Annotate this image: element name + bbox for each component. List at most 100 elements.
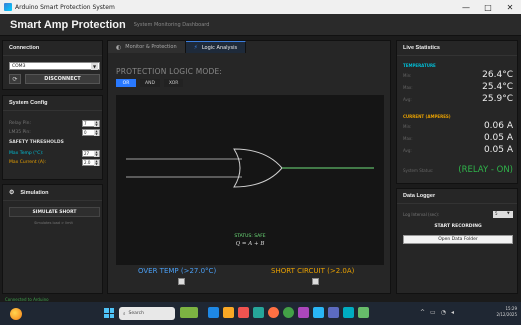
taskbar-app-icon[interactable] xyxy=(313,307,324,318)
max-temp-row: Max Temp (°C): 27 ▲ ▼ xyxy=(9,149,100,157)
taskbar-app-icon[interactable] xyxy=(298,307,309,318)
taskbar-app-icon[interactable] xyxy=(180,307,198,318)
system-config-title: System Config xyxy=(3,96,102,111)
gate-or-button[interactable]: OR xyxy=(116,79,136,87)
relay-pin-spinbox[interactable]: 7 ▲ ▼ xyxy=(82,119,100,127)
maximize-button[interactable]: □ xyxy=(477,0,499,14)
taskbar-apps xyxy=(180,307,373,318)
system-status-value: (RELAY - ON) xyxy=(458,165,513,175)
taskbar-app-icon[interactable] xyxy=(358,307,369,318)
battery-icon[interactable]: ▭ xyxy=(430,309,436,316)
max-temp-spinbox[interactable]: 27 ▲ ▼ xyxy=(82,149,100,157)
or-gate-diagram xyxy=(126,148,374,188)
open-data-folder-button[interactable]: Open Data Folder xyxy=(403,235,513,244)
max-current-spinbox[interactable]: 2.0 ▲ ▼ xyxy=(82,158,100,166)
gate-and-button[interactable]: AND xyxy=(140,79,160,87)
folder-icon[interactable] xyxy=(223,307,234,318)
start-recording-button[interactable]: START RECORDING xyxy=(403,222,513,231)
taskbar-app-icon[interactable] xyxy=(268,307,279,318)
chevron-up-icon[interactable]: ^ xyxy=(420,309,425,316)
system-config-panel: System Config Relay Pin: 7 ▲ ▼ LM35 Pin: … xyxy=(2,95,103,180)
port-select[interactable]: COM3 ▼ xyxy=(9,62,100,70)
short-circuit-checkbox[interactable] xyxy=(312,278,319,285)
network-icon[interactable]: ◔ xyxy=(441,309,446,316)
log-interval-select[interactable]: 5 ▼ xyxy=(493,211,513,218)
max-temp-value: 27 xyxy=(84,150,90,156)
temp-min-row: Min: 26.4°C xyxy=(403,70,513,80)
app-icon xyxy=(4,3,12,11)
data-logger-panel: Data Logger Log Interval (sec): 5 ▼ STAR… xyxy=(396,188,518,294)
temp-min-value: 26.4°C xyxy=(482,70,513,80)
current-min-label: Min: xyxy=(403,123,412,129)
short-circuit-label: SHORT CIRCUIT (>2.0A) xyxy=(271,267,355,275)
temp-max-label: Max: xyxy=(403,84,413,90)
weather-icon[interactable] xyxy=(10,307,22,320)
simulation-title: Simulation xyxy=(20,189,49,196)
current-max-value: 0.05 A xyxy=(483,133,513,143)
refresh-ports-button[interactable]: ⟳ xyxy=(9,74,21,84)
taskbar-app-icon[interactable] xyxy=(343,307,354,318)
connection-title: Connection xyxy=(3,41,102,56)
spin-arrows-icon[interactable]: ▲ ▼ xyxy=(94,120,99,127)
system-status-label: System Status: xyxy=(403,167,434,173)
minimize-button[interactable]: — xyxy=(455,0,477,14)
tab-monitor-protection[interactable]: ◐ Monitor & Protection xyxy=(108,41,186,53)
taskbar-app-icon[interactable] xyxy=(283,307,294,318)
logic-icon: ⚡ xyxy=(193,44,198,51)
gate-xor-button[interactable]: XOR xyxy=(163,79,184,87)
current-avg-row: Avg: 0.05 A xyxy=(403,145,513,155)
temp-avg-row: Avg: 25.9°C xyxy=(403,94,513,104)
refresh-icon: ⟳ xyxy=(12,75,18,83)
simulation-title-row: ⚙ Simulation xyxy=(3,185,102,201)
tab-label: Monitor & Protection xyxy=(125,44,177,50)
window-titlebar: Arduino Smart Protection System — □ ✕ xyxy=(0,0,521,14)
tab-bar: ◐ Monitor & Protection ⚡ Logic Analysis xyxy=(108,41,392,53)
app-header: Smart Amp Protection System Monitoring D… xyxy=(0,14,521,36)
disconnect-button[interactable]: DISCONNECT xyxy=(25,74,100,84)
gear-icon: ⚙ xyxy=(9,190,15,196)
port-value: COM3 xyxy=(12,63,26,69)
system-status-row: System Status: (RELAY - ON) xyxy=(403,165,513,175)
taskbar-clock[interactable]: 15:29 2/12/2025 xyxy=(496,306,517,318)
spin-arrows-icon[interactable]: ▲ ▼ xyxy=(94,150,99,157)
spin-arrows-icon[interactable]: ▲ ▼ xyxy=(94,159,99,166)
safety-thresholds-heading: SAFETY THRESHOLDS xyxy=(9,140,64,145)
log-interval-row: Log Interval (sec): 5 ▼ xyxy=(403,211,513,218)
lm35-pin-spinbox[interactable]: 0 ▲ ▼ xyxy=(82,128,100,136)
temp-avg-label: Avg: xyxy=(403,96,412,102)
current-min-row: Min: 0.06 A xyxy=(403,121,513,131)
current-max-row: Max: 0.05 A xyxy=(403,133,513,143)
temp-max-row: Max: 25.4°C xyxy=(403,82,513,92)
taskbar-app-icon[interactable] xyxy=(253,307,264,318)
current-max-label: Max: xyxy=(403,135,413,141)
relay-pin-value: 7 xyxy=(84,120,87,126)
max-temp-label: Max Temp (°C): xyxy=(9,150,44,156)
volume-icon[interactable]: ◂ xyxy=(451,309,454,316)
windows-start-icon[interactable] xyxy=(104,308,114,318)
tab-logic-analysis[interactable]: ⚡ Logic Analysis xyxy=(185,41,247,53)
taskbar-app-icon[interactable] xyxy=(328,307,339,318)
taskbar-app-icon[interactable] xyxy=(208,307,219,318)
temp-max-value: 25.4°C xyxy=(482,82,513,92)
close-button[interactable]: ✕ xyxy=(499,0,521,14)
max-current-label: Max Current (A): xyxy=(9,159,47,165)
main-panel: ◐ Monitor & Protection ⚡ Logic Analysis … xyxy=(107,40,391,294)
taskbar-search-box[interactable]: ⌕ Search xyxy=(119,307,175,320)
system-tray: ^ ▭ ◔ ◂ xyxy=(420,309,459,316)
taskbar: ⌕ Search ^ ▭ ◔ ◂ 15:29 2/12/2025 xyxy=(0,302,521,325)
over-temp-checkbox[interactable] xyxy=(178,278,185,285)
live-statistics-title: Live Statistics xyxy=(397,41,517,56)
lm35-pin-value: 0 xyxy=(84,129,87,135)
taskbar-app-icon[interactable] xyxy=(238,307,249,318)
connection-panel: Connection COM3 ▼ ⟳ DISCONNECT xyxy=(2,40,103,90)
monitor-icon: ◐ xyxy=(116,43,122,51)
current-heading: CURRENT (AMPERES) xyxy=(403,114,451,119)
window-title: Arduino Smart Protection System xyxy=(15,3,115,11)
app-subtitle: System Monitoring Dashboard xyxy=(133,21,210,28)
spin-arrows-icon[interactable]: ▲ ▼ xyxy=(94,129,99,136)
chevron-down-icon: ▼ xyxy=(507,211,510,215)
simulate-short-button[interactable]: SIMULATE SHORT xyxy=(9,207,100,217)
lm35-pin-row: LM35 Pin: 0 ▲ ▼ xyxy=(9,128,100,136)
over-temp-label: OVER TEMP (>27.0°C) xyxy=(138,267,217,275)
current-avg-label: Avg: xyxy=(403,147,412,153)
